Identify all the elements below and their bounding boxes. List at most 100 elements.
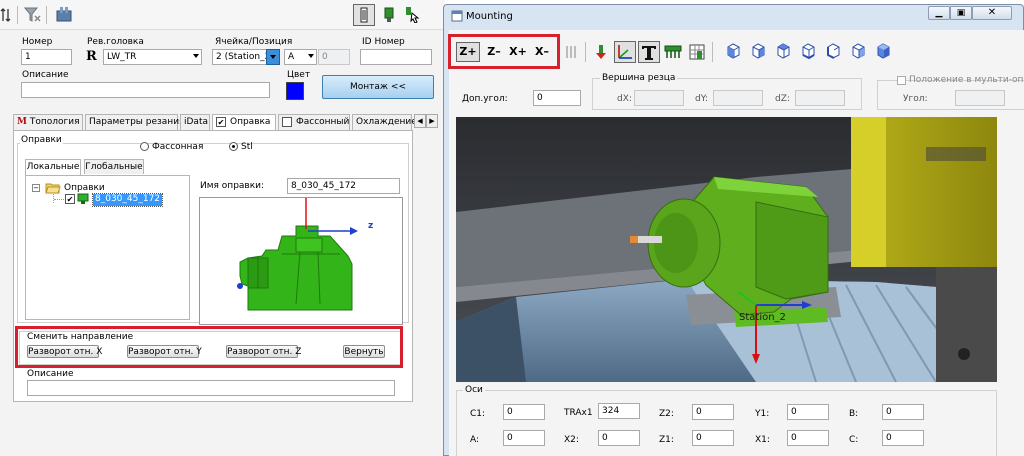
- grid-tool-icon[interactable]: [688, 43, 706, 61]
- multi-checkbox[interactable]: [897, 76, 906, 85]
- dx-input[interactable]: [634, 90, 684, 106]
- holder-preview: [199, 197, 403, 325]
- description-label: Описание: [22, 70, 69, 80]
- turret-green-icon[interactable]: [664, 43, 682, 61]
- id-label: ID Номер: [362, 37, 405, 47]
- chevron-down-icon: [270, 55, 276, 59]
- tab-topology-label: Топология: [29, 117, 80, 127]
- turret-select[interactable]: LW_TR: [103, 49, 202, 65]
- angle-input[interactable]: [955, 90, 1005, 106]
- cube-view-iso-icon[interactable]: [874, 42, 892, 60]
- multi-label: Положение в мульти-оп: [909, 75, 1024, 85]
- tree-root-label[interactable]: Оправки: [64, 183, 105, 193]
- subtab-global[interactable]: Глобальные: [84, 159, 144, 174]
- minimize-button[interactable]: ▁: [928, 6, 950, 20]
- description-input[interactable]: [21, 82, 270, 98]
- cube-view-left-icon[interactable]: [824, 42, 842, 60]
- tab-scroll-left[interactable]: ◀: [414, 114, 426, 128]
- toolbar-separator: [712, 42, 713, 62]
- cube-view-top-icon[interactable]: [774, 42, 792, 60]
- tree-item-selected[interactable]: 8_030_45_172: [91, 193, 164, 207]
- toolbar-separator: [46, 6, 47, 24]
- axis-x1-input[interactable]: [787, 430, 829, 446]
- folder-open-icon: [45, 183, 61, 194]
- tab-cutting-params[interactable]: Параметры резания: [85, 114, 184, 130]
- number-input[interactable]: [21, 49, 72, 65]
- holder-name-input[interactable]: [287, 178, 400, 194]
- extra-angle-label: Доп.угол:: [462, 94, 508, 104]
- extra-angle-input[interactable]: [533, 90, 581, 106]
- tab-scroll-right[interactable]: ▶: [426, 114, 438, 128]
- axis-z1-input[interactable]: [692, 430, 734, 446]
- axis-z2-label: Z2:: [659, 409, 674, 419]
- 3d-viewport[interactable]: [456, 117, 997, 382]
- tab-topology[interactable]: M Топология: [13, 114, 83, 130]
- subtab-local[interactable]: Локальные: [25, 159, 81, 175]
- radio-shaped[interactable]: [140, 142, 149, 151]
- axis-x1-label: X1:: [755, 435, 770, 445]
- radio-stl[interactable]: [229, 142, 238, 151]
- radio-stl-label: Stl: [241, 142, 253, 152]
- chevron-down-icon: [308, 54, 314, 58]
- tree-expander[interactable]: −: [32, 184, 40, 192]
- dx-label: dX:: [617, 94, 632, 104]
- cell-label: Ячейка/Позиция: [215, 37, 293, 47]
- tool-view-icon: [360, 7, 368, 23]
- position-number-input[interactable]: [318, 49, 350, 65]
- axis-b-label: B:: [849, 409, 859, 419]
- axis-c-label: C:: [849, 435, 859, 445]
- axis-y1-input[interactable]: [787, 404, 829, 420]
- axis-x2-input[interactable]: [598, 430, 640, 446]
- tool-library-icon[interactable]: [55, 5, 73, 23]
- id-input[interactable]: [360, 49, 432, 65]
- cube-view-back-icon[interactable]: [749, 42, 767, 60]
- holder-icon: [77, 193, 89, 204]
- mount-button[interactable]: Монтаж <<: [322, 75, 434, 99]
- axis-a-input[interactable]: [503, 430, 545, 446]
- sort-icon[interactable]: [0, 6, 18, 24]
- window-icon: [451, 10, 463, 22]
- axis-z1-label: Z1:: [659, 435, 674, 445]
- position-select[interactable]: A: [284, 49, 317, 65]
- axis-trax1-input[interactable]: [598, 403, 640, 419]
- direction-highlight: [15, 326, 403, 368]
- tab-shaped[interactable]: Фассонный: [278, 114, 350, 130]
- axis-b-input[interactable]: [882, 404, 924, 420]
- color-swatch[interactable]: [286, 82, 304, 100]
- axis-z2-input[interactable]: [692, 404, 734, 420]
- tab-holder[interactable]: ✔ Оправка: [212, 114, 276, 131]
- tab-cooling[interactable]: Охлаждение: [352, 114, 417, 130]
- cell-dropdown-button[interactable]: [266, 49, 280, 65]
- cell-select[interactable]: 2 (Station_2): [212, 49, 267, 65]
- axis-c1-input[interactable]: [503, 404, 545, 420]
- tree-line: [54, 199, 64, 200]
- cube-view-bottom-icon[interactable]: [799, 42, 817, 60]
- tool-green-icon[interactable]: [380, 6, 398, 24]
- tab-idata[interactable]: iData: [180, 114, 210, 130]
- tab-shaped-checkbox[interactable]: [282, 117, 292, 127]
- position-select-value: A: [288, 52, 295, 62]
- tab-holder-label: Оправка: [230, 117, 271, 127]
- dz-input[interactable]: [795, 90, 845, 106]
- bottom-description-input[interactable]: [27, 380, 395, 396]
- axis-c-input[interactable]: [882, 430, 924, 446]
- close-icon: ✕: [987, 7, 997, 18]
- cell-select-value: 2 (Station_2): [216, 52, 266, 62]
- cursor-tool-icon[interactable]: [403, 5, 421, 23]
- filter-clear-icon[interactable]: [24, 6, 42, 24]
- tree-item-checkbox[interactable]: ✔: [65, 194, 75, 204]
- cube-view-right-icon[interactable]: [849, 42, 867, 60]
- tab-holder-checkbox[interactable]: ✔: [216, 117, 226, 127]
- tool-point-icon[interactable]: [592, 43, 610, 61]
- axes-group-label: Оси: [463, 385, 485, 395]
- cube-view-front-icon[interactable]: [724, 42, 742, 60]
- disabled-bars-icon: [566, 46, 576, 58]
- dy-input[interactable]: [713, 90, 763, 106]
- axis-x2-label: X2:: [564, 435, 579, 445]
- maximize-button[interactable]: ▣: [950, 6, 972, 20]
- toolbar-separator: [17, 6, 18, 24]
- close-button[interactable]: ✕: [972, 6, 1012, 20]
- holders-group-label: Оправки: [20, 135, 63, 145]
- chevron-down-icon: [193, 54, 199, 58]
- angle-label: Угол:: [903, 94, 928, 104]
